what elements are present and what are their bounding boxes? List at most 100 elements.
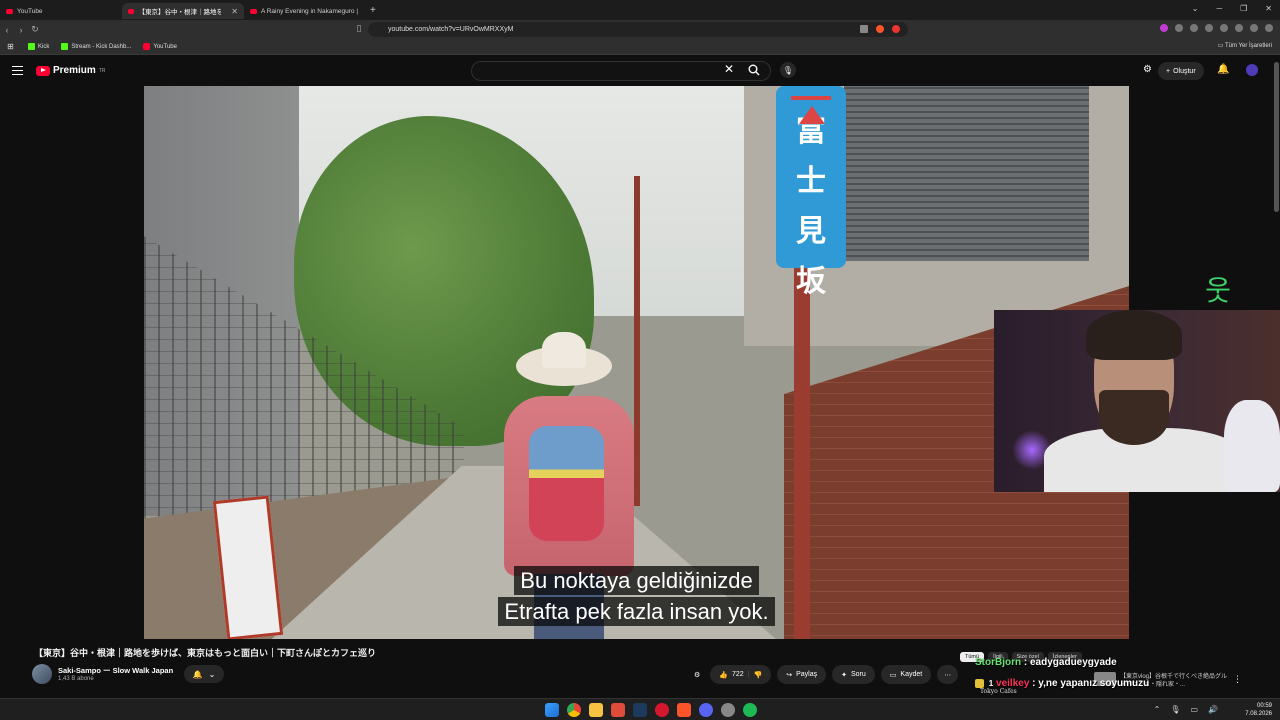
- cam-hair: [1086, 310, 1182, 360]
- mic-tray-icon[interactable]: 🎙: [1170, 705, 1180, 714]
- youtube-favicon-icon: [6, 8, 13, 14]
- street-sign: 富 士 見 坂: [776, 86, 846, 299]
- subscribed-button[interactable]: 🔔 ⌄: [184, 665, 224, 683]
- video-player[interactable]: 富 士 見 坂 Bu noktaya geldiğinizde Etrafta …: [144, 86, 1129, 639]
- clear-search-icon[interactable]: ✕: [724, 62, 734, 76]
- vpn-icon[interactable]: [1250, 24, 1258, 32]
- chat-message: 1 veilkey : y,ne yapanız soyumuzu: [975, 678, 1149, 689]
- all-bookmarks-label: Tüm Yer İşaretleri: [1224, 43, 1272, 49]
- opera-icon[interactable]: [655, 703, 669, 717]
- forward-icon[interactable]: ›: [14, 25, 28, 35]
- page-scrollbar[interactable]: [1274, 62, 1279, 212]
- steam-icon[interactable]: [633, 703, 647, 717]
- menu-icon[interactable]: [12, 66, 23, 75]
- more-button[interactable]: ⋯: [937, 665, 959, 684]
- share-label: Paylaş: [796, 671, 818, 678]
- tab-label: A Rainy Evening in Nakameguro | Lo: [260, 7, 360, 15]
- menu-icon[interactable]: [1265, 24, 1273, 32]
- bookmark-stream-dashboard[interactable]: Stream - Kick Dashb...: [61, 43, 131, 50]
- video-subtitles: Bu noktaya geldiğinizde Etrafta pek fazl…: [144, 566, 1129, 626]
- chat-text: : eadygadueygyade: [1023, 657, 1117, 668]
- minimize-icon[interactable]: ─: [1216, 4, 1222, 13]
- video-title: 【東京】谷中・根津｜路地を歩けば、東京はもっと面白い｜下町さんぽとカフェ巡り: [34, 649, 377, 659]
- network-icon[interactable]: ▭: [1190, 705, 1198, 714]
- wallet-icon[interactable]: [1235, 24, 1243, 32]
- person-hat: [516, 332, 612, 386]
- browser-tab[interactable]: YouTube: [0, 3, 122, 19]
- reload-icon[interactable]: ↻: [28, 24, 42, 35]
- bookmarks-bar: ⊞ Kick Stream - Kick Dashb... YouTube ▭ …: [0, 39, 1280, 55]
- close-window-icon[interactable]: ✕: [1265, 4, 1272, 13]
- windows-start-icon[interactable]: [545, 703, 559, 717]
- tab-close-icon[interactable]: ✕: [231, 7, 238, 16]
- file-explorer-icon[interactable]: [589, 703, 603, 717]
- chat-username: StorBjorn: [975, 657, 1022, 668]
- new-tab-icon[interactable]: +: [370, 5, 376, 16]
- address-bar[interactable]: youtube.com/watch?v=URvOwMRXXyM: [368, 22, 908, 37]
- youtube-logo[interactable]: Premium TR: [36, 65, 105, 76]
- tab-search-icon[interactable]: ⌄: [1192, 4, 1199, 13]
- video-vent: [844, 86, 1089, 261]
- address-bar-icons: [860, 25, 900, 33]
- browser-tab[interactable]: A Rainy Evening in Nakameguro | Lo: [244, 3, 366, 19]
- create-button[interactable]: + Oluştur: [1158, 62, 1204, 80]
- chevron-down-icon: ⌄: [208, 669, 216, 679]
- logo-region: TR: [98, 67, 106, 74]
- youtube-favicon-icon: [250, 8, 257, 14]
- ask-button[interactable]: ✦ Soru: [832, 665, 875, 684]
- cast-icon[interactable]: [860, 25, 868, 33]
- save-button[interactable]: ▭ Kaydet: [880, 665, 932, 684]
- mic-icon[interactable]: 🎙: [780, 62, 796, 78]
- bookmark-label: Stream - Kick Dashb...: [71, 43, 132, 50]
- channel-avatar[interactable]: [32, 664, 52, 684]
- share-button[interactable]: ↪ Paylaş: [777, 665, 827, 684]
- volume-icon[interactable]: 🔊: [1208, 705, 1218, 714]
- youtube-favicon-icon: [128, 8, 135, 14]
- avatar[interactable]: [1246, 64, 1258, 76]
- apps-icon[interactable]: ⊞: [7, 42, 14, 51]
- extension-icon[interactable]: [1160, 24, 1168, 32]
- window-controls: ⌄ ─ ❐ ✕: [1192, 4, 1272, 13]
- search-icon[interactable]: [748, 64, 760, 76]
- maximize-icon[interactable]: ❐: [1240, 4, 1247, 13]
- youtube-play-icon: [36, 65, 50, 76]
- chrome-icon[interactable]: [567, 703, 581, 717]
- bookmark-kick[interactable]: Kick: [28, 43, 49, 50]
- app-icon[interactable]: [611, 703, 625, 717]
- sidebar-icon[interactable]: [1220, 24, 1228, 32]
- taskbar-clock[interactable]: 00:59 7.08.2026: [1245, 702, 1272, 718]
- browser-tab-active[interactable]: 【東京】谷中・根津｜路地を歩け ✕: [122, 3, 244, 19]
- ask-label: Soru: [851, 671, 866, 678]
- thumbs-down-icon[interactable]: 👎: [754, 671, 763, 679]
- more-icon[interactable]: ⋮: [1233, 674, 1242, 685]
- channel-name[interactable]: Saki-Sampo ー Slow Walk Japan: [58, 665, 173, 676]
- anime-character: [1224, 400, 1280, 492]
- chat-badge: [975, 678, 984, 688]
- notifications-icon[interactable]: 🔔: [1217, 64, 1229, 75]
- extensions-toolbar: [1160, 24, 1273, 32]
- share-icon: ↪: [786, 671, 793, 679]
- bookmark-icon[interactable]: ▯: [352, 23, 366, 34]
- brave-rewards-icon[interactable]: [892, 25, 900, 33]
- all-bookmarks-link[interactable]: ▭ Tüm Yer İşaretleri: [1218, 42, 1272, 49]
- clip-icon[interactable]: ⚙: [690, 665, 704, 684]
- browser-tabstrip: YouTube 【東京】谷中・根津｜路地を歩け ✕ A Rainy Evenin…: [0, 0, 1280, 20]
- music-icon[interactable]: [1205, 24, 1213, 32]
- spotify-icon[interactable]: [743, 703, 757, 717]
- chat-message: StorBjorn : eadygadueygyade: [975, 657, 1117, 668]
- brave-shield-icon[interactable]: [876, 25, 884, 33]
- extension-icon[interactable]: [1190, 24, 1198, 32]
- bookmark-youtube[interactable]: YouTube: [143, 43, 177, 50]
- extension-icon[interactable]: [1175, 24, 1183, 32]
- like-button[interactable]: 👍 722 | 👎: [710, 665, 772, 684]
- subscriber-count: 1,43 B abone: [58, 676, 94, 682]
- browser-navbar: ‹ › ↻ ▯ youtube.com/watch?v=URvOwMRXXyM: [0, 20, 1280, 39]
- stream-icon[interactable]: ⚙: [1143, 64, 1152, 75]
- chevron-up-icon[interactable]: ⌃: [1154, 705, 1161, 714]
- chrome-alt-icon[interactable]: [721, 703, 735, 717]
- brave-icon[interactable]: [677, 703, 691, 717]
- discord-icon[interactable]: [699, 703, 713, 717]
- back-icon[interactable]: ‹: [0, 25, 14, 35]
- clock-date: 7.08.2026: [1245, 711, 1272, 717]
- chat-text: : y,ne yapanız soyumuzu: [1032, 678, 1150, 689]
